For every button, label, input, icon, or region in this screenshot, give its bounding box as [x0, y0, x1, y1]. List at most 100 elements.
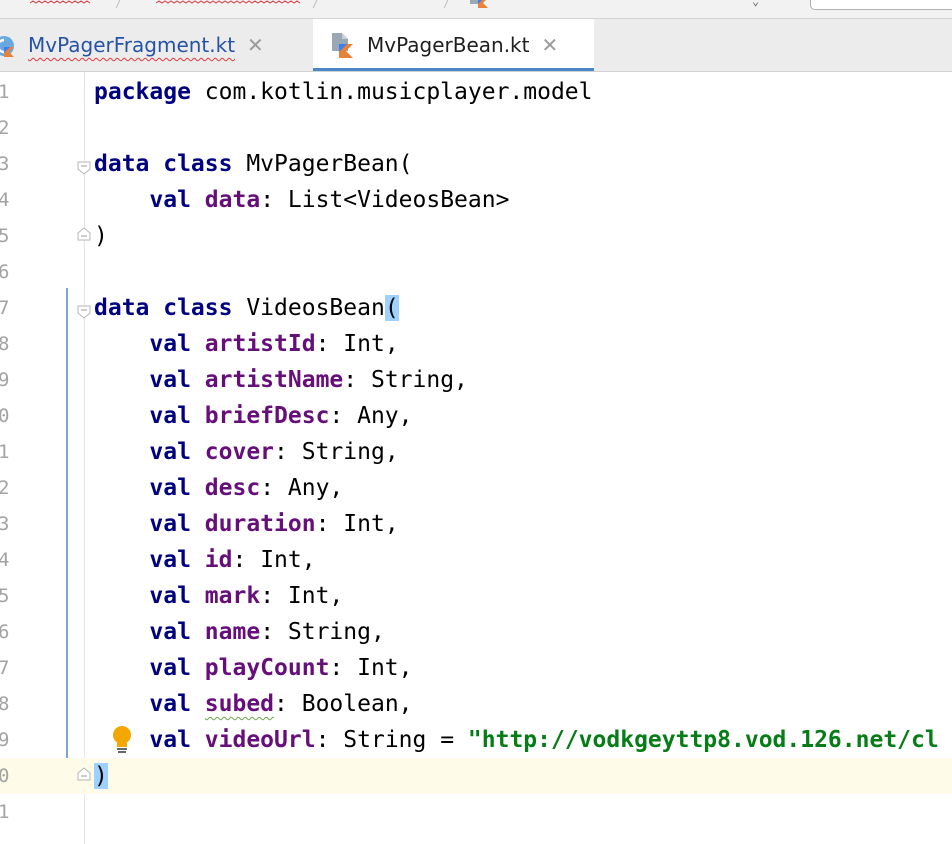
code-token: com.kotlin.musicplayer.model [190, 79, 593, 105]
code-token: val [149, 691, 191, 717]
code-line[interactable]: 9 val videoUrl: String = "http://vodkgey… [0, 722, 952, 758]
code-text[interactable]: val desc: Any, [94, 470, 343, 506]
code-line[interactable]: 6 [0, 254, 952, 290]
code-token: ) [94, 763, 108, 789]
code-token: briefDesc [204, 403, 330, 429]
code-line[interactable]: 4 val id: Int, [0, 542, 952, 578]
code-line[interactable]: 2 [0, 110, 952, 146]
code-line[interactable]: 7 data class VideosBean( [0, 290, 952, 326]
code-text[interactable]: val subed: Boolean, [94, 686, 412, 722]
code-token: data [204, 187, 261, 213]
line-number: 1 [0, 441, 10, 463]
run-configuration-selector[interactable] [810, 0, 952, 10]
code-text[interactable]: val briefDesc: Any, [94, 398, 413, 434]
code-text[interactable]: package com.kotlin.musicplayer.model [94, 74, 593, 110]
line-number: 1 [0, 81, 10, 103]
code-line[interactable]: 8 val artistId: Int, [0, 326, 952, 362]
code-text[interactable]: val mark: Int, [94, 578, 343, 614]
code-line[interactable]: 0) [0, 758, 952, 794]
code-line[interactable]: 0 val briefDesc: Any, [0, 398, 952, 434]
code-token: ) [94, 223, 108, 249]
code-token: val [149, 583, 191, 609]
tab-mvpagerfragment[interactable]: MvPagerFragment.kt ✕ [0, 19, 310, 71]
code-line[interactable]: 5) [0, 218, 952, 254]
fold-end-icon[interactable] [76, 766, 92, 782]
breadcrumb-separator [443, 0, 450, 8]
code-editor[interactable]: 1 package com.kotlin.musicplayer.model 2 3 d… [0, 72, 952, 844]
code-line[interactable]: 1 val cover: String, [0, 434, 952, 470]
code-token: : String, [274, 439, 399, 465]
code-text[interactable]: val artistId: Int, [94, 326, 398, 362]
kotlin-file-icon [470, 0, 488, 8]
close-icon[interactable]: ✕ [541, 33, 558, 57]
line-number: 3 [0, 153, 10, 175]
line-number: 4 [0, 549, 10, 571]
code-text[interactable]: data class VideosBean( [94, 290, 399, 326]
code-token: val [149, 367, 191, 393]
code-text[interactable]: ) [94, 758, 108, 794]
code-line[interactable]: 6 val name: String, [0, 614, 952, 650]
code-text[interactable]: val data: List<VideosBean> [94, 182, 509, 218]
fold-start-icon[interactable] [76, 304, 92, 320]
line-number: 6 [0, 261, 10, 283]
close-icon[interactable]: ✕ [247, 33, 264, 57]
code-token: : String, [260, 619, 385, 645]
code-token: : Int, [329, 655, 413, 681]
code-token: : Int, [260, 583, 344, 609]
code-text[interactable]: val duration: Int, [94, 506, 398, 542]
code-token: cover [204, 439, 275, 465]
code-line[interactable]: 1 [0, 794, 952, 830]
code-token: val [149, 619, 191, 645]
code-line[interactable]: 5 val mark: Int, [0, 578, 952, 614]
code-text[interactable]: val playCount: Int, [94, 650, 413, 686]
line-number: 8 [0, 333, 10, 355]
fold-end-icon[interactable] [76, 226, 92, 242]
line-number: 2 [0, 477, 10, 499]
code-line[interactable]: 9 val artistName: String, [0, 362, 952, 398]
code-token: name [204, 619, 261, 645]
code-token: subed [204, 691, 275, 717]
code-text[interactable]: ) [94, 218, 108, 254]
code-text[interactable]: data class MvPagerBean( [94, 146, 413, 182]
code-token: desc [204, 475, 261, 501]
line-number: 0 [0, 765, 10, 787]
tab-mvpagerbean[interactable]: MvPagerBean.kt ✕ [313, 19, 594, 71]
code-token: artistName [204, 367, 344, 393]
code-line[interactable]: 7 val playCount: Int, [0, 650, 952, 686]
code-token: val [149, 331, 191, 357]
code-token: artistId [204, 331, 316, 357]
code-text[interactable]: val name: String, [94, 614, 385, 650]
code-text[interactable]: val artistName: String, [94, 362, 468, 398]
line-number: 6 [0, 621, 10, 643]
code-line[interactable]: 2 val desc: Any, [0, 470, 952, 506]
code-token: val [149, 511, 191, 537]
code-token: : Any, [329, 403, 413, 429]
code-token: playCount [204, 655, 330, 681]
code-line[interactable]: 3 data class MvPagerBean( [0, 146, 952, 182]
code-line[interactable]: 8 val subed: Boolean, [0, 686, 952, 722]
code-text[interactable]: val cover: String, [94, 434, 399, 470]
code-line[interactable]: 3 val duration: Int, [0, 506, 952, 542]
code-text[interactable]: val videoUrl: String = "http://vodkgeytt… [94, 722, 938, 758]
code-line[interactable]: 4 val data: List<VideosBean> [0, 182, 952, 218]
code-text[interactable]: val id: Int, [94, 542, 315, 578]
chevron-down-icon[interactable]: ⌄ [752, 0, 759, 8]
fold-start-icon[interactable] [76, 160, 92, 176]
tab-label: MvPagerFragment.kt [28, 33, 236, 57]
line-number: 3 [0, 513, 10, 535]
error-squiggle-icon [30, 0, 91, 4]
code-line[interactable]: 1 package com.kotlin.musicplayer.model [0, 74, 952, 110]
line-number: 9 [0, 369, 10, 391]
code-token: : String = [315, 727, 468, 753]
line-number: 5 [0, 585, 10, 607]
